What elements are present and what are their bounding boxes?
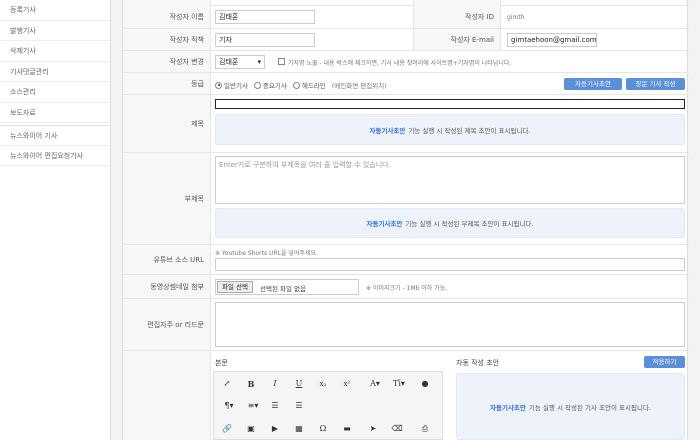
editor-note-row: 편집자주 or 리드문 bbox=[123, 299, 689, 351]
subtitle-hint-bold: 자동기사초안 bbox=[366, 220, 403, 228]
paragraph-button[interactable]: ¶▾ bbox=[220, 399, 238, 413]
grade-radio-normal[interactable]: 일반기사 bbox=[215, 80, 248, 90]
editor-toolbar: ⤢ B I U x₂ x² A▾ Tī▾ ● ¶▾ ≡▾ ☰ ☰ 🔗 ▣ ▶ ▦… bbox=[213, 371, 443, 440]
title-hint-bold: 자동기사초안 bbox=[369, 126, 406, 135]
bold-button[interactable]: B bbox=[244, 377, 258, 391]
grade-label: 등급 bbox=[123, 73, 211, 94]
author-email-label: 작성자 E-mail bbox=[413, 29, 501, 50]
author-change-label: 작성자 변경 bbox=[123, 51, 211, 72]
author-select[interactable]: 김태훈 ▾ bbox=[215, 55, 265, 69]
byline-checkbox[interactable] bbox=[278, 58, 285, 65]
hr-icon[interactable]: ▬ bbox=[340, 422, 354, 436]
superscript-button[interactable]: x² bbox=[340, 377, 354, 391]
body-hint-box: 자동기사초안 기능 실행 시 작성된 기사 초안이 표시됩니다. bbox=[456, 373, 685, 440]
grade-radios: 일반기사 중요기사 헤드라인 (메인화면 편집위치) bbox=[215, 80, 387, 90]
author-change-note: 기자명 노출 - 내용 박스에 체크하면, 기사 내용 첫머리에 사이트명+기자… bbox=[288, 60, 512, 67]
outdent-icon[interactable]: ☰ bbox=[292, 399, 306, 413]
author-email-input[interactable]: gimtaehoon@gmail.com bbox=[507, 33, 597, 47]
title-input[interactable] bbox=[215, 99, 685, 109]
author-change-row: 작성자 변경 김태훈 ▾ 기자명 노출 - 내용 박스에 체크하면, 기사 내용… bbox=[123, 51, 689, 73]
subtitle-hint-text: 기능 실행 시 작성된 부제목 초안이 표시됩니다. bbox=[405, 220, 534, 228]
subtitle-textarea[interactable]: Enter키로 구분하여 부제목을 여러 줄 입력할 수 있습니다. bbox=[215, 156, 685, 204]
author-title-input[interactable]: 기자 bbox=[215, 33, 315, 47]
author-id-label: 작성자 ID bbox=[413, 6, 501, 28]
editor-note-textarea[interactable] bbox=[215, 302, 685, 347]
subscript-button[interactable]: x₂ bbox=[316, 377, 330, 391]
file-select-button[interactable]: 파일 선택 bbox=[217, 281, 253, 293]
subtitle-hint-box: 자동기사초안 기능 실행 시 작성된 부제목 초안이 표시됩니다. bbox=[215, 208, 685, 238]
video-icon[interactable]: ▶ bbox=[268, 422, 282, 436]
grade-radio-important[interactable]: 중요기사 bbox=[253, 80, 287, 90]
sidebar-item-registered[interactable]: 등록기사 bbox=[0, 0, 110, 21]
sidebar-item-newswire[interactable]: 뉴스와이어 기사 bbox=[0, 125, 110, 146]
italic-button[interactable]: I bbox=[268, 377, 282, 391]
sidebar-item-sources[interactable]: 소스관리 bbox=[0, 82, 110, 103]
author-title-label: 작성자 직책 bbox=[123, 29, 211, 50]
font-color-button[interactable]: A▾ bbox=[366, 377, 384, 391]
align-button[interactable]: ≡▾ bbox=[244, 399, 262, 413]
special-char-button[interactable]: Ω bbox=[316, 422, 330, 436]
attach-row: 동영상썸네일 첨부 파일 선택 선택된 파일 없음 ※ 이미지크기 - 1Mb … bbox=[123, 275, 689, 299]
youtube-note: ※ Youtube Shorts URL을 넣어주세요. bbox=[215, 250, 318, 257]
title-row: 제목 자동기사초안 기능 실행 시 작성된 제목 초안이 표시됩니다. bbox=[123, 95, 689, 153]
editor-note-label: 편집자주 or 리드문 bbox=[123, 299, 211, 350]
youtube-url-input[interactable] bbox=[215, 258, 685, 271]
body-hint-bold: 자동기사초안 bbox=[490, 403, 526, 412]
sidebar-item-press[interactable]: 보도자료 bbox=[0, 103, 110, 123]
grade-note: (메인화면 편집위치) bbox=[331, 82, 387, 90]
body-hint-text: 기능 실행 시 작성된 기사 초안이 표시됩니다. bbox=[528, 403, 651, 412]
print-icon[interactable]: ⎙ bbox=[418, 422, 432, 436]
author-title-row: 작성자 직책 기자 작성자 E-mail gimtaehoon@gmail.co… bbox=[123, 29, 689, 51]
table-icon[interactable]: ▦ bbox=[292, 422, 306, 436]
title-hint-box: 자동기사초안 기능 실행 시 작성된 제목 초안이 표시됩니다. bbox=[215, 114, 685, 145]
eraser-icon[interactable]: ⌫ bbox=[390, 422, 404, 436]
indent-icon[interactable]: ☰ bbox=[268, 399, 282, 413]
author-name-input[interactable]: 김태훈 bbox=[215, 10, 315, 24]
sidebar-item-newswire-edit[interactable]: 뉴스와이어 편집요청기사 bbox=[0, 146, 110, 166]
youtube-label: 유튜브 소스 URL bbox=[123, 245, 211, 274]
select-icon[interactable]: ➤ bbox=[366, 422, 380, 436]
youtube-row: 유튜브 소스 URL ※ Youtube Shorts URL을 넣어주세요. bbox=[123, 245, 689, 275]
chevron-down-icon: ▾ bbox=[257, 58, 261, 66]
sidebar-item-published[interactable]: 발행기사 bbox=[0, 21, 110, 41]
body-label: 본문 bbox=[215, 359, 228, 367]
sidebar: 등록기사 발행기사 삭제기사 기사댓글관리 소스관리 보도자료 뉴스와이어 기사… bbox=[0, 0, 111, 440]
file-input[interactable]: 파일 선택 선택된 파일 없음 bbox=[215, 279, 359, 295]
apply-button[interactable]: 적용하기 bbox=[644, 356, 685, 368]
subtitle-row: 부제목 Enter키로 구분하여 부제목을 여러 줄 입력할 수 있습니다. 자… bbox=[123, 153, 689, 245]
image-icon[interactable]: ▣ bbox=[244, 422, 258, 436]
attach-note: ※ 이미지크기 - 1Mb 이하 가능. bbox=[366, 285, 448, 292]
subtitle-label: 부제목 bbox=[123, 153, 211, 244]
expand-icon[interactable]: ⤢ bbox=[220, 377, 234, 391]
author-id-value: gimth bbox=[507, 14, 525, 21]
author-select-value: 김태훈 bbox=[219, 58, 239, 66]
link-icon[interactable]: 🔗 bbox=[220, 422, 234, 436]
grade-radio-headline[interactable]: 헤드라인 bbox=[292, 80, 326, 90]
auto-draft-button[interactable]: 자동기사초안 bbox=[564, 78, 622, 90]
author-name-label: 작성자 이름 bbox=[123, 6, 211, 28]
auto-draft-label: 자동 작성 초안 bbox=[456, 359, 500, 367]
sidebar-item-deleted[interactable]: 삭제기사 bbox=[0, 41, 110, 62]
long-article-button[interactable]: 장문 기사 작성 bbox=[626, 78, 685, 90]
author-name-row: 작성자 이름 김태훈 작성자 ID gimth bbox=[123, 6, 689, 29]
file-none-text: 선택된 파일 없음 bbox=[260, 285, 306, 293]
grade-row: 등급 일반기사 중요기사 헤드라인 (메인화면 편집위치) 자동기사초안 장문 … bbox=[123, 73, 689, 95]
title-hint-text: 기능 실행 시 작성된 제목 초안이 표시됩니다. bbox=[408, 126, 531, 135]
drop-icon[interactable]: ● bbox=[418, 377, 432, 391]
attach-label: 동영상썸네일 첨부 bbox=[123, 275, 211, 298]
underline-button[interactable]: U bbox=[292, 377, 306, 391]
sidebar-item-comments[interactable]: 기사댓글관리 bbox=[0, 62, 110, 82]
font-size-button[interactable]: Tī▾ bbox=[390, 377, 408, 391]
title-label: 제목 bbox=[123, 95, 211, 152]
